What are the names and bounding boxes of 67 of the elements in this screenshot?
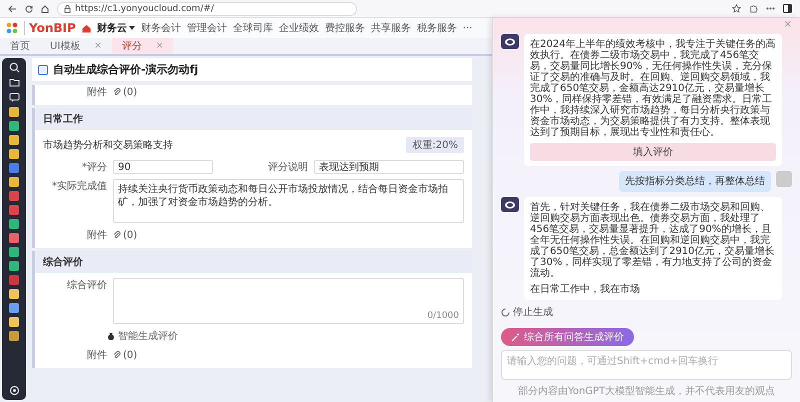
sidebar-toggle-icon[interactable] xyxy=(783,4,792,13)
spinner-icon xyxy=(501,308,510,316)
lock-icon xyxy=(64,4,71,12)
page-tab[interactable]: 评分 × xyxy=(112,38,174,54)
evaluation-textarea[interactable]: 0/1000 xyxy=(113,278,464,324)
back-arrow-icon[interactable] xyxy=(8,4,17,12)
score-field[interactable]: 90 xyxy=(113,160,213,174)
more-menu[interactable]: ··· xyxy=(462,22,472,34)
star-icon[interactable] xyxy=(732,4,741,13)
page-tab[interactable]: 首页 xyxy=(0,38,40,54)
nav-menu-item[interactable]: 管理会计 xyxy=(186,21,227,35)
more-icon[interactable] xyxy=(766,7,775,10)
message-text: 先按指标分类总结，再整体总结 xyxy=(625,176,765,187)
nav-menu-item[interactable]: 共享服务 xyxy=(370,21,411,35)
message-text: 在2024年上半年的绩效考核中，我专注于关键任务的高效执行。在债券二级市场交易中，我完成了456笔交易，交易量同比增长90%，无任何操作性失误，充分保证了交易的准确与及时。在回购、逆回购交易领域，我完成了650笔交易，金额高达2910亿元，交易量增长30%，同样保持零差错，有效满足了融资需求。日常工作中，我持续深入研究市场趋势，每日分析央行政策与资金市场动态，为交易策略提供了有力支持。整体表现达到了预期目标，展现出专业性和责任心。 xyxy=(530,39,776,138)
attachment-count[interactable]: (0) xyxy=(123,86,138,98)
actual-value-textarea[interactable]: 持续关注央行货币政策动态和每日公开市场投放情况，结合每日资金市场拍矿，加强了对资金市场趋势的分析。 xyxy=(113,179,464,223)
attachment-count[interactable]: (0) xyxy=(123,350,138,360)
magic-wand-icon xyxy=(511,332,520,342)
item-title: 市场趋势分析和交易策略支持 xyxy=(43,138,173,152)
paperclip-icon xyxy=(113,351,121,359)
fill-in-button[interactable]: 填入评价 xyxy=(530,143,776,161)
reload-icon[interactable] xyxy=(25,4,33,12)
question-input-field[interactable]: 请输入您的问题，可通过Shift+cmd+回车换行 xyxy=(501,350,792,380)
disclaimer-text: 部分内容由YonGPT大模型智能生成，并不代表用友的观点 xyxy=(516,384,776,398)
field-label: *评分 xyxy=(81,161,107,174)
attachment-label: 附件 xyxy=(86,86,107,99)
char-counter: 0/1000 xyxy=(427,311,459,321)
field-label: 评分说明 xyxy=(268,161,308,174)
url-text: https://c1.yonyoucloud.com/#/ xyxy=(75,4,214,14)
message-text: 在日常工作中，我在市场 xyxy=(530,284,641,295)
stop-generating-link[interactable]: 停止生成 xyxy=(513,305,553,319)
nav-menu-item[interactable]: 财务云 xyxy=(96,21,135,35)
user-avatar xyxy=(776,171,792,187)
nav-menu-item[interactable]: 财务会计 xyxy=(140,21,181,35)
search-icon[interactable] xyxy=(8,62,20,73)
address-bar[interactable]: https://c1.yonyoucloud.com/#/ xyxy=(57,2,357,16)
robot-avatar-icon xyxy=(501,34,519,49)
settings-icon[interactable] xyxy=(8,385,20,396)
generate-button[interactable]: 综合所有问答生成评价 xyxy=(501,328,634,346)
attachment-label: 附件 xyxy=(86,349,107,362)
chat-icon[interactable] xyxy=(8,92,20,103)
nav-menu-item[interactable]: 企业绩效 xyxy=(278,21,319,35)
home-icon[interactable] xyxy=(41,4,49,12)
weight-badge: 权重:20% xyxy=(406,137,464,153)
brand-logo: YonBIP xyxy=(24,21,76,35)
nav-menu-item[interactable]: 税务服务 xyxy=(416,21,457,35)
home-icon[interactable] xyxy=(82,24,91,32)
puzzle-icon[interactable] xyxy=(749,4,758,13)
section-header[interactable]: 日常工作 xyxy=(35,108,472,130)
paperclip-icon xyxy=(113,88,121,96)
paperclip-icon xyxy=(113,231,121,239)
score-note-field[interactable]: 表现达到预期 xyxy=(314,160,464,174)
message-text: 首先，针对关键任务，我在债券二级市场交易和回购、逆回购交易方面表现出色。债券交易方面，我处理了456笔交易，交易量显著提升，达成了90%的增长，且全年无任何操作性失误。在回购和逆回购交易中，我完成了650笔交易，总金额达到了2910亿元，交易量增长了30%，同样实现了零差错，有力地支持了公司的资金流动。 xyxy=(530,202,776,279)
nav-menu-item[interactable]: 全球司库 xyxy=(232,21,273,35)
folder-icon[interactable] xyxy=(8,77,20,88)
section-header[interactable]: 综合评价 xyxy=(35,251,472,273)
generate-evaluation-link[interactable]: 智能生成评价 xyxy=(118,329,178,343)
attachment-label: 附件 xyxy=(86,229,107,242)
page-title: 自动生成综合评价-演示勿动fj xyxy=(53,62,198,77)
page-tab[interactable]: UI模板 × xyxy=(40,38,112,54)
attachment-count[interactable]: (0) xyxy=(123,230,138,240)
nav-menu-item[interactable]: 费控服务 xyxy=(324,21,365,35)
field-label: 综合评价 xyxy=(66,278,107,292)
field-label: *实际完成值 xyxy=(51,180,107,193)
app-grid-logo-icon[interactable] xyxy=(6,22,18,34)
robot-avatar-icon xyxy=(501,197,519,212)
